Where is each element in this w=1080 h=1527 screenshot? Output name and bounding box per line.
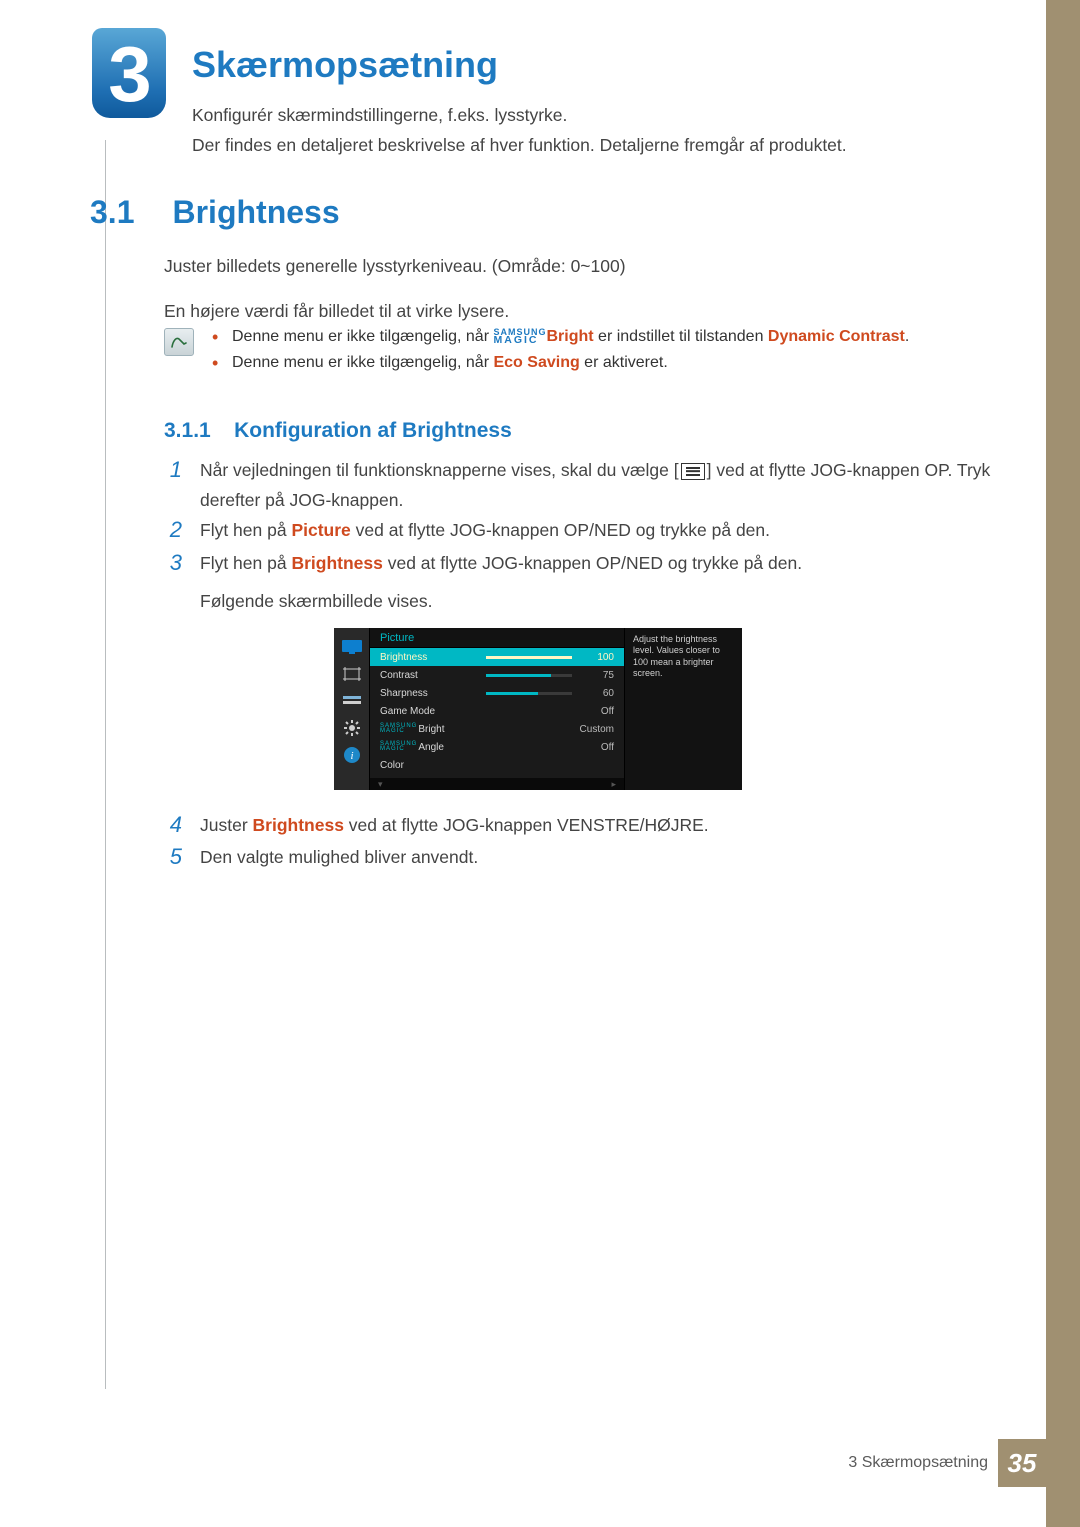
osd-main: Picture Brightness100Contrast75Sharpness… bbox=[370, 628, 624, 790]
hl-brightness: Brightness bbox=[291, 553, 382, 573]
section-title: Brightness bbox=[172, 194, 339, 231]
step-number: 1 bbox=[164, 456, 182, 516]
step-text: Når vejledningen til funktionsknapperne … bbox=[200, 456, 1000, 516]
info-icon: i bbox=[340, 746, 364, 764]
note-list: Denne menu er ikke tilgængelig, når SAMS… bbox=[212, 328, 1000, 380]
osd-row: Sharpness60 bbox=[370, 684, 624, 702]
chapter-title: Skærmopsætning bbox=[192, 44, 498, 86]
body-line-1: Juster billedets generelle lysstyrkenive… bbox=[164, 252, 1000, 281]
note-icon bbox=[164, 328, 194, 356]
step-text: Flyt hen på Picture ved at flytte JOG-kn… bbox=[200, 516, 1000, 546]
settings-icon bbox=[340, 719, 364, 737]
step-text: Den valgte mulighed bliver anvendt. bbox=[200, 843, 1000, 873]
hl-eco-saving: Eco Saving bbox=[493, 354, 579, 371]
hl-picture: Picture bbox=[291, 520, 350, 540]
step-number: 5 bbox=[164, 843, 182, 873]
step-3: 3 Flyt hen på Brightness ved at flytte J… bbox=[164, 549, 1000, 617]
step-2: 2 Flyt hen på Picture ved at flytte JOG-… bbox=[164, 516, 1000, 546]
intro-line-2: Der findes en detaljeret beskrivelse af … bbox=[192, 131, 1000, 161]
step-text: Juster Brightness ved at flytte JOG-knap… bbox=[200, 811, 1000, 841]
osd-row: Contrast75 bbox=[370, 666, 624, 684]
page-footer: 3 Skærmopsætning 35 bbox=[0, 1439, 1046, 1487]
osd-footer: ▾▸ bbox=[370, 778, 624, 790]
step-3-followup: Følgende skærmbillede vises. bbox=[200, 587, 1000, 617]
monitor-icon bbox=[340, 638, 364, 656]
step-number: 2 bbox=[164, 516, 182, 546]
osd-help-panel: Adjust the brightness level. Values clos… bbox=[624, 628, 742, 790]
osd-sidebar: i bbox=[334, 628, 370, 790]
chapter-badge: 3 bbox=[92, 28, 166, 118]
section-heading: 3.1 Brightness bbox=[90, 194, 340, 231]
right-arrow-icon: ▸ bbox=[611, 779, 616, 790]
osd-row: SAMSUNGMAGICAngleOff bbox=[370, 738, 624, 756]
section-number: 3.1 bbox=[90, 194, 134, 231]
hl-bright: Bright bbox=[547, 328, 594, 345]
menu-icon bbox=[681, 463, 705, 480]
subsection-number: 3.1.1 bbox=[164, 419, 211, 442]
section-body: Juster billedets generelle lysstyrkenive… bbox=[164, 252, 1000, 326]
osd-row: Game ModeOff bbox=[370, 702, 624, 720]
hl-brightness: Brightness bbox=[253, 815, 344, 835]
note-block: Denne menu er ikke tilgængelig, når SAMS… bbox=[164, 328, 1000, 380]
body-line-2: En højere værdi får billedet til at virk… bbox=[164, 297, 1000, 326]
osd-rows: Brightness100Contrast75Sharpness60Game M… bbox=[370, 648, 624, 778]
step-1: 1 Når vejledningen til funktionsknappern… bbox=[164, 456, 1000, 516]
down-arrow-icon: ▾ bbox=[378, 779, 383, 790]
osd-row: Brightness100 bbox=[370, 648, 624, 666]
hl-dynamic-contrast: Dynamic Contrast bbox=[768, 328, 905, 345]
step-number: 4 bbox=[164, 811, 182, 841]
screen-size-icon bbox=[340, 665, 364, 683]
step-4: 4 Juster Brightness ved at flytte JOG-kn… bbox=[164, 811, 1000, 841]
svg-text:i: i bbox=[350, 750, 353, 762]
right-accent-bar bbox=[1046, 0, 1080, 1527]
left-rule bbox=[105, 140, 106, 1389]
osd-title: Picture bbox=[370, 628, 624, 648]
step-text: Flyt hen på Brightness ved at flytte JOG… bbox=[200, 549, 1000, 617]
footer-chapter-label: 3 Skærmopsætning bbox=[848, 1454, 988, 1472]
intro-line-1: Konfigurér skærmindstillingerne, f.eks. … bbox=[192, 101, 1000, 131]
osd-row: SAMSUNGMAGICBrightCustom bbox=[370, 720, 624, 738]
chapter-intro: Konfigurér skærmindstillingerne, f.eks. … bbox=[192, 101, 1000, 161]
samsung-magic-label: SAMSUNGMAGIC bbox=[493, 328, 546, 346]
options-icon bbox=[340, 692, 364, 710]
note-item-2: Denne menu er ikke tilgængelig, når Eco … bbox=[212, 354, 1000, 372]
osd-row: Color bbox=[370, 756, 624, 774]
osd-screenshot: i Picture Brightness100Contrast75Sharpne… bbox=[334, 628, 742, 790]
step-5: 5 Den valgte mulighed bliver anvendt. bbox=[164, 843, 1000, 873]
step-number: 3 bbox=[164, 549, 182, 617]
footer-page-number: 35 bbox=[998, 1439, 1046, 1487]
note-item-1: Denne menu er ikke tilgængelig, når SAMS… bbox=[212, 328, 1000, 346]
subsection-heading: 3.1.1 Konfiguration af Brightness bbox=[164, 419, 512, 443]
subsection-title: Konfiguration af Brightness bbox=[234, 419, 512, 442]
